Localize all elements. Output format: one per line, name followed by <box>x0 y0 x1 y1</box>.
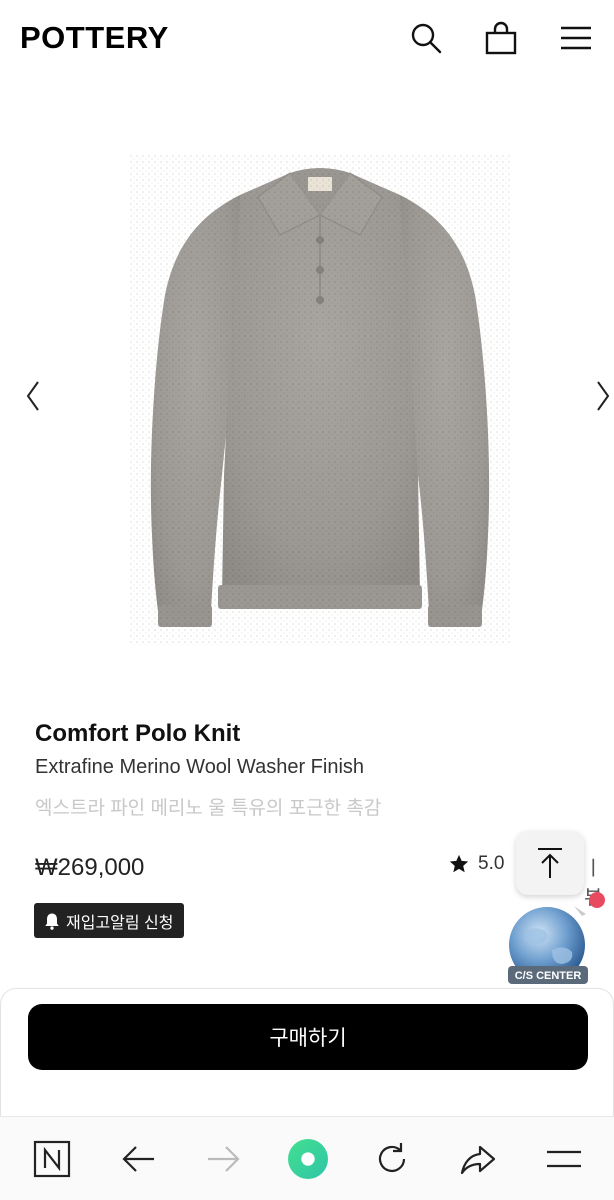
cs-center-label: C/S CENTER <box>515 970 582 982</box>
product-name: Comfort Polo Knit <box>35 720 241 747</box>
cs-center-button[interactable]: C/S CENTER <box>500 888 610 988</box>
top-header: POTTERY <box>0 0 614 78</box>
buy-button[interactable]: 구매하기 <box>28 1004 588 1070</box>
naver-n-icon[interactable] <box>30 1137 74 1181</box>
search-icon[interactable] <box>408 20 444 56</box>
purchase-sheet: 구매하기 <box>0 988 614 1118</box>
brand-logo[interactable]: POTTERY <box>20 20 169 56</box>
product-price: ₩269,000 <box>35 854 145 881</box>
star-icon <box>449 854 469 873</box>
arrow-up-to-top-icon <box>538 848 562 878</box>
scroll-to-top-button[interactable] <box>516 831 584 895</box>
forward-arrow-icon[interactable] <box>202 1137 246 1181</box>
menu-icon[interactable] <box>558 20 594 56</box>
back-arrow-icon[interactable] <box>116 1137 160 1181</box>
reload-icon[interactable] <box>370 1137 414 1181</box>
chevron-left-icon[interactable] <box>22 378 46 414</box>
menu-icon[interactable] <box>542 1137 586 1181</box>
bell-icon <box>45 913 59 930</box>
chevron-right-icon[interactable] <box>590 378 614 414</box>
product-image-gallery[interactable] <box>0 110 614 670</box>
product-subtitle-ko: 엑스트라 파인 메리노 울 특유의 포근한 촉감 <box>35 798 382 819</box>
restock-label: 재입고알림 신청 <box>66 914 174 932</box>
home-green-dot-icon[interactable] <box>284 1135 332 1183</box>
notification-dot <box>589 892 605 908</box>
sweater-image <box>130 155 510 645</box>
product-subtitle-en: Extrafine Merino Wool Washer Finish <box>35 756 365 778</box>
rating[interactable]: 5.0 <box>448 850 504 878</box>
shopping-bag-icon[interactable] <box>483 20 519 56</box>
restock-alert-button[interactable]: 재입고알림 신청 <box>34 903 184 938</box>
rating-value: 5.0 <box>478 853 505 874</box>
share-icon[interactable] <box>456 1137 500 1181</box>
browser-toolbar <box>0 1116 614 1200</box>
